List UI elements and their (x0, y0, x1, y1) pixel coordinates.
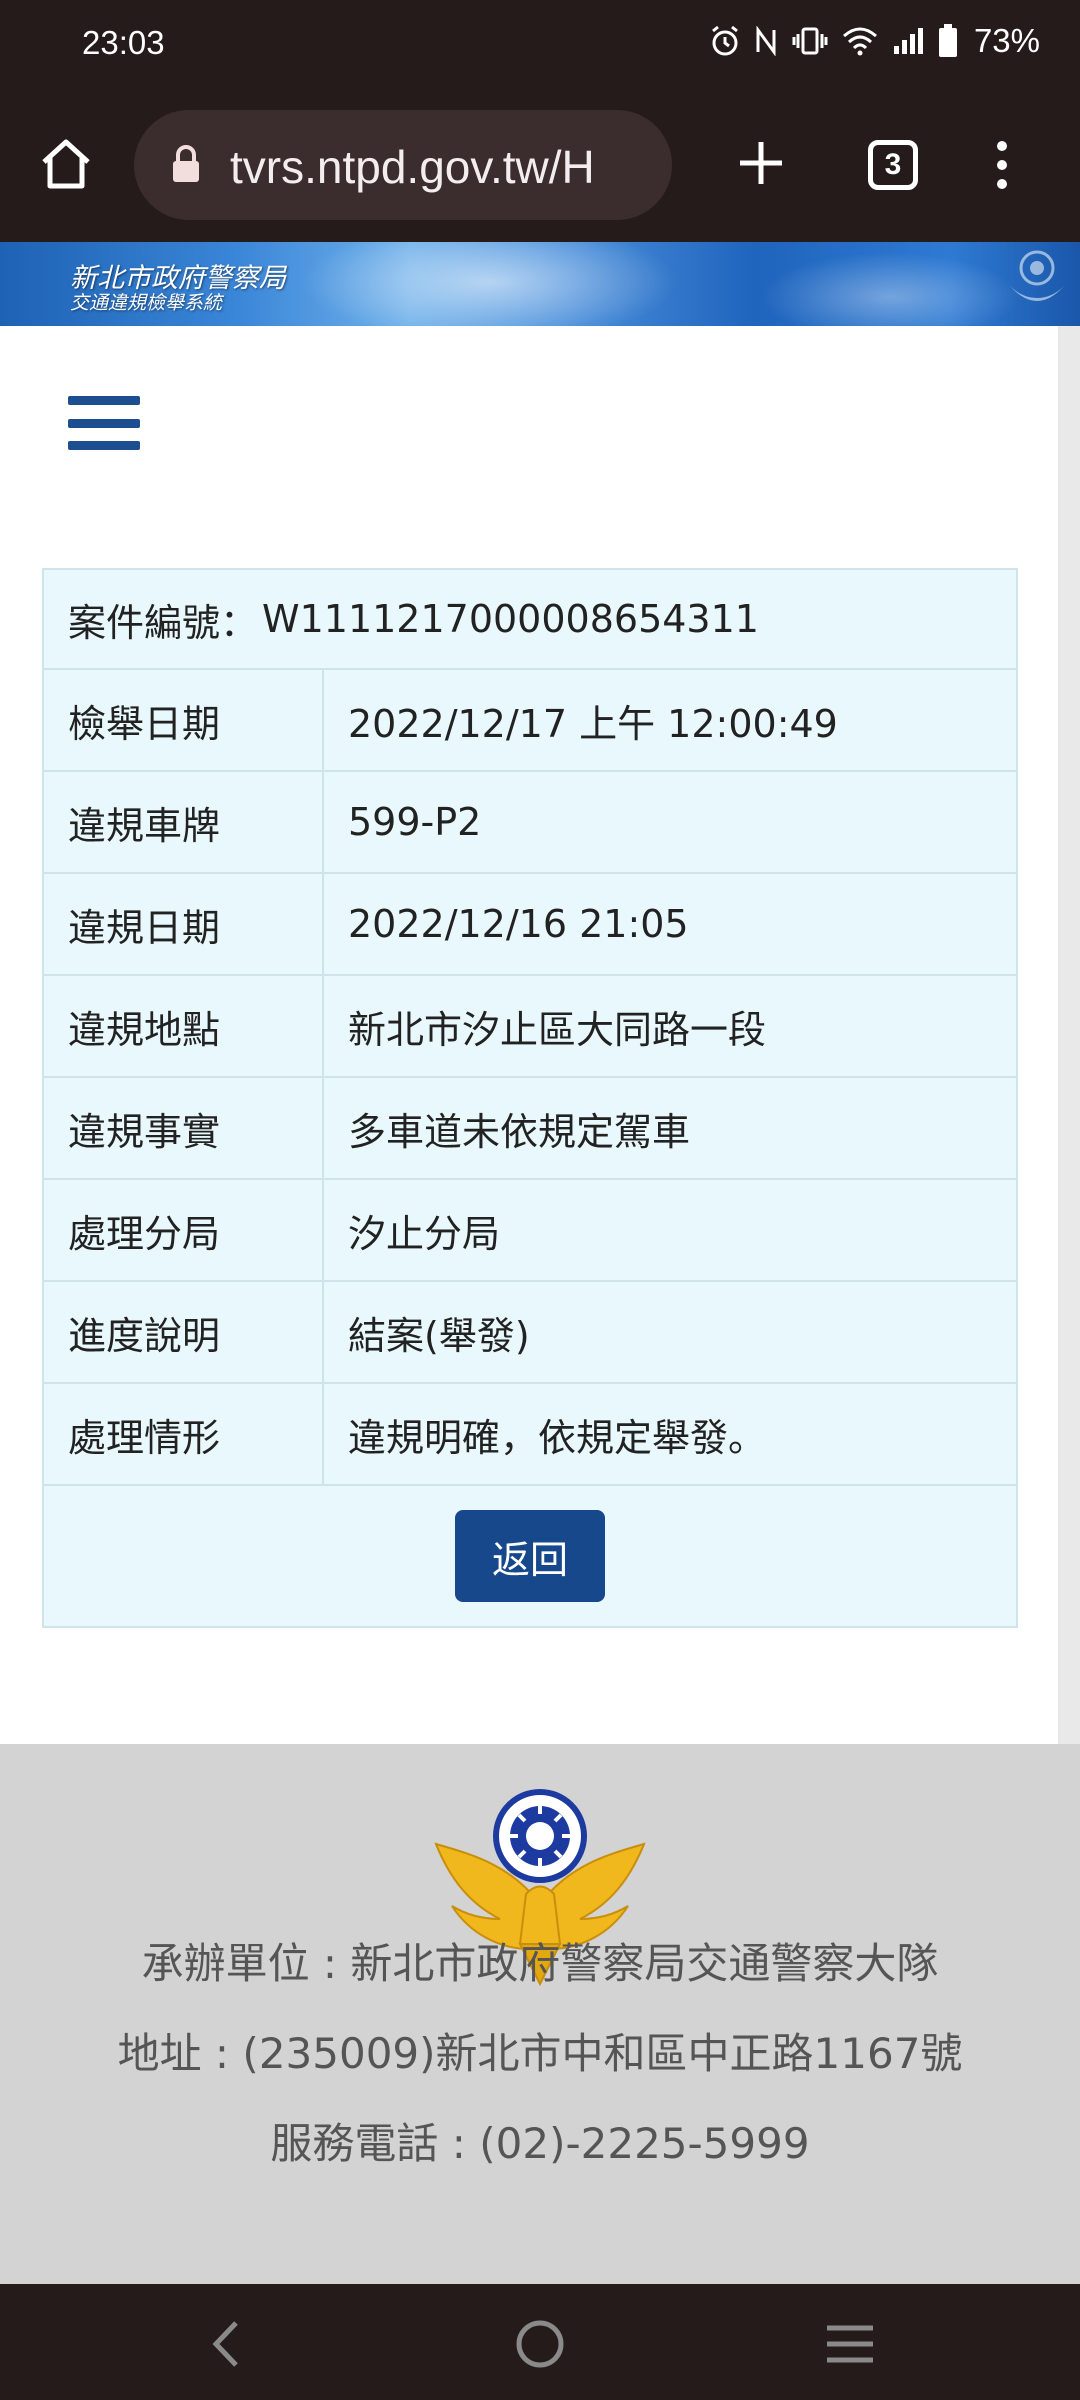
row-label: 處理分局 (44, 1180, 324, 1280)
row-label: 違規車牌 (44, 772, 324, 872)
row-value: 違規明確，依規定舉發。 (348, 1415, 767, 1460)
case-actions: 返回 (44, 1486, 1016, 1626)
row-label: 違規日期 (44, 874, 324, 974)
police-emblem-icon (1010, 250, 1064, 301)
footer-organizer: 承辦單位 : 新北市政府警察局交通警察大隊 (141, 1939, 939, 1988)
url-text: tvrs.ntpd.gov.tw/H (230, 141, 595, 193)
row-value: 多車道未依規定駕車 (348, 1109, 691, 1154)
row-value: 汐止分局 (348, 1211, 501, 1256)
table-row: 檢舉日期 2022/12/17 上午 12:00:49 (44, 670, 1016, 772)
nav-back-button[interactable] (196, 2314, 256, 2374)
nav-recents-button[interactable] (820, 2314, 880, 2374)
row-value: 2022/12/16 21:05 (348, 902, 689, 946)
table-row: 進度說明 結案(舉發) (44, 1282, 1016, 1384)
row-label: 違規地點 (44, 976, 324, 1076)
status-time: 23:03 (82, 24, 165, 61)
url-bar[interactable]: tvrs.ntpd.gov.tw/H (134, 110, 672, 220)
table-row: 違規事實 多車道未依規定駕車 (44, 1078, 1016, 1180)
row-value: 結案(舉發) (348, 1313, 530, 1358)
browser-menu-button[interactable] (980, 130, 1024, 200)
plus-icon (740, 142, 782, 184)
row-value: 599-P2 (348, 800, 482, 844)
nfc-icon (756, 26, 776, 56)
menu-line (68, 396, 140, 405)
row-value: 新北市汐止區大同路一段 (348, 1007, 767, 1052)
status-bar: 23:03 73% (0, 0, 1080, 90)
status-icons: 73% (710, 22, 1040, 60)
case-number-row: 案件編號： W1111217000008654311 (44, 570, 1016, 670)
row-label: 檢舉日期 (44, 670, 324, 770)
hamburger-menu-button[interactable] (68, 392, 140, 454)
nav-home-button[interactable] (510, 2314, 570, 2374)
menu-line (68, 441, 140, 450)
signal-icon (893, 28, 923, 54)
tab-switcher-button[interactable]: 3 (868, 140, 918, 190)
case-number-value: W1111217000008654311 (262, 597, 759, 641)
table-row: 處理分局 汐止分局 (44, 1180, 1016, 1282)
chevron-left-icon (212, 2321, 238, 2367)
row-value: 2022/12/17 上午 12:00:49 (348, 701, 838, 746)
row-label: 進度說明 (44, 1282, 324, 1382)
case-number-label: 案件編號： (68, 600, 259, 645)
case-detail-table: 案件編號： W1111217000008654311 檢舉日期 2022/12/… (42, 568, 1018, 1628)
table-row: 違規地點 新北市汐止區大同路一段 (44, 976, 1016, 1078)
footer-phone: 服務電話 : (02)-2225-5999 (270, 2119, 810, 2168)
circle-home-icon (516, 2320, 564, 2368)
site-banner: 新北市政府警察局 交通違規檢舉系統 (0, 242, 1080, 326)
row-label: 違規事實 (44, 1078, 324, 1178)
home-icon (42, 139, 90, 189)
browser-toolbar: tvrs.ntpd.gov.tw/H 3 (0, 90, 1080, 242)
recents-icon (827, 2325, 873, 2363)
more-vert-icon (997, 141, 1007, 189)
scrollbar[interactable] (1058, 326, 1080, 1986)
wifi-icon (842, 27, 877, 56)
web-page: 新北市政府警察局 交通違規檢舉系統 案件編號： W111121700000865… (0, 242, 1080, 2284)
menu-line (68, 418, 140, 428)
table-row: 違規日期 2022/12/16 21:05 (44, 874, 1016, 976)
battery-percent: 73% (973, 22, 1040, 59)
row-label: 處理情形 (44, 1384, 324, 1484)
table-row: 處理情形 違規明確，依規定舉發。 (44, 1384, 1016, 1486)
new-tab-button[interactable] (726, 128, 796, 198)
lock-icon (173, 145, 199, 182)
battery-icon (938, 24, 957, 57)
back-button[interactable]: 返回 (455, 1510, 605, 1602)
home-button[interactable] (34, 132, 98, 196)
vibrate-icon (792, 27, 828, 55)
table-row: 違規車牌 599-P2 (44, 772, 1016, 874)
banner-subtitle: 交通違規檢舉系統 (70, 292, 223, 314)
site-footer: 承辦單位 : 新北市政府警察局交通警察大隊 地址 : (235009)新北市中和… (0, 1744, 1080, 2284)
footer-address: 地址 : (235009)新北市中和區中正路1167號 (117, 2029, 963, 2078)
system-nav-bar (0, 2284, 1080, 2400)
alarm-icon (712, 25, 738, 56)
